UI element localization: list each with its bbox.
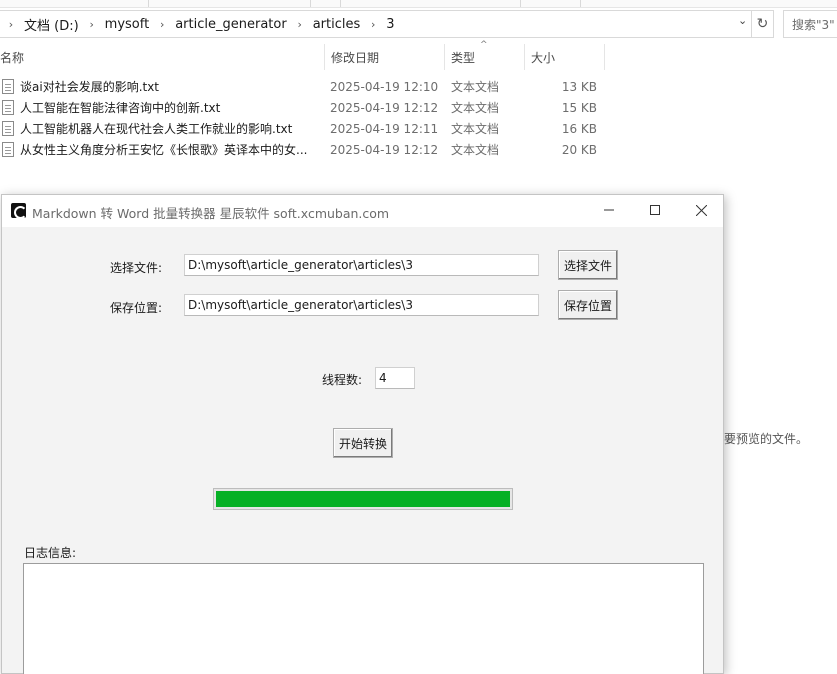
file-name: 人工智能在智能法律咨询中的创新.txt xyxy=(20,101,221,115)
chevron-right-icon: › xyxy=(89,17,94,31)
text-file-icon xyxy=(2,79,14,94)
file-type: 文本文档 xyxy=(451,80,500,94)
file-size: 15 KB xyxy=(561,100,597,115)
ribbon-remnant xyxy=(0,0,837,8)
column-header-type[interactable]: 类型 xyxy=(451,44,475,70)
select-file-label: 选择文件: xyxy=(110,261,163,275)
file-date: 2025-04-19 12:12 xyxy=(330,142,439,157)
minimize-button[interactable] xyxy=(586,195,632,225)
select-file-button[interactable]: 选择文件 xyxy=(558,250,618,280)
window-title: Markdown 转 Word 批量转换器 星辰软件 soft.xcmuban.… xyxy=(32,206,390,221)
save-location-input[interactable] xyxy=(184,294,539,316)
file-size: 20 KB xyxy=(561,142,597,157)
chevron-right-icon: › xyxy=(371,17,376,31)
breadcrumb-segment[interactable]: › 3 xyxy=(362,11,396,37)
breadcrumb-segment[interactable]: › articles xyxy=(289,11,363,37)
threads-input[interactable] xyxy=(375,367,415,389)
text-file-icon xyxy=(2,142,14,157)
breadcrumb-item[interactable]: articles xyxy=(311,17,363,32)
file-type: 文本文档 xyxy=(451,122,500,136)
column-header-date[interactable]: 修改日期 xyxy=(331,44,379,70)
maximize-icon xyxy=(650,205,660,215)
chevron-right-icon: › xyxy=(160,17,165,31)
search-input[interactable]: 搜索"3" xyxy=(783,10,837,38)
maximize-button[interactable] xyxy=(632,195,678,225)
start-convert-button[interactable]: 开始转换 xyxy=(333,428,393,458)
column-header-name[interactable]: 名称 xyxy=(0,44,24,70)
refresh-button[interactable]: ↻ xyxy=(752,10,774,38)
log-label: 日志信息: xyxy=(24,546,77,560)
title-bar[interactable]: Markdown 转 Word 批量转换器 星辰软件 soft.xcmuban.… xyxy=(2,195,723,227)
sort-ascending-icon: ^ xyxy=(480,40,488,50)
file-type: 文本文档 xyxy=(451,101,500,115)
threads-label: 线程数: xyxy=(322,373,363,387)
chevron-right-icon: › xyxy=(8,17,14,31)
file-row[interactable]: 人工智能机器人在现代社会人类工作就业的影响.txt 2025-04-19 12:… xyxy=(0,118,640,139)
chevron-right-icon: › xyxy=(297,17,302,31)
save-location-label: 保存位置: xyxy=(110,301,163,315)
converter-window: Markdown 转 Word 批量转换器 星辰软件 soft.xcmuban.… xyxy=(1,194,724,674)
select-file-input[interactable] xyxy=(184,254,539,276)
progress-bar-fill xyxy=(216,491,510,507)
breadcrumb-item[interactable]: 3 xyxy=(384,17,396,32)
file-name: 从女性主义角度分析王安忆《长恨歌》英译本中的女... xyxy=(20,143,308,157)
close-button[interactable] xyxy=(678,195,724,225)
file-date: 2025-04-19 12:11 xyxy=(330,121,439,136)
breadcrumb-item[interactable]: article_generator xyxy=(173,17,288,32)
text-file-icon xyxy=(2,100,14,115)
file-date: 2025-04-19 12:12 xyxy=(330,100,439,115)
breadcrumb-root[interactable]: › 文档 (D:) xyxy=(0,11,81,37)
file-name: 人工智能机器人在现代社会人类工作就业的影响.txt xyxy=(20,122,293,136)
breadcrumb-segment[interactable]: › mysoft xyxy=(81,11,152,37)
refresh-icon: ↻ xyxy=(756,16,769,32)
save-location-button[interactable]: 保存位置 xyxy=(558,290,618,320)
file-row[interactable]: 谈ai对社会发展的影响.txt 2025-04-19 12:10 文本文档 13… xyxy=(0,76,640,97)
breadcrumb-item[interactable]: 文档 (D:) xyxy=(22,15,81,34)
text-file-icon xyxy=(2,121,14,136)
file-row[interactable]: 从女性主义角度分析王安忆《长恨歌》英译本中的女... 2025-04-19 12… xyxy=(0,139,640,160)
preview-pane-hint: 要预览的文件。 xyxy=(724,432,809,446)
file-size: 16 KB xyxy=(561,121,597,136)
column-header-size[interactable]: 大小 xyxy=(531,44,555,70)
file-name: 谈ai对社会发展的影响.txt xyxy=(20,80,160,94)
file-list-header: 名称 修改日期 类型 大小 xyxy=(0,44,837,70)
progress-bar xyxy=(213,488,513,510)
chevron-down-icon[interactable]: ⌄ xyxy=(738,14,747,27)
address-bar[interactable]: › 文档 (D:) › mysoft › article_generator ›… xyxy=(0,10,752,38)
close-icon xyxy=(695,204,707,216)
file-row[interactable]: 人工智能在智能法律咨询中的创新.txt 2025-04-19 12:12 文本文… xyxy=(0,97,640,118)
minimize-icon xyxy=(604,209,614,211)
breadcrumb-item[interactable]: mysoft xyxy=(103,17,152,32)
log-output[interactable] xyxy=(23,563,704,674)
file-type: 文本文档 xyxy=(451,143,500,157)
file-date: 2025-04-19 12:10 xyxy=(330,79,439,94)
file-size: 13 KB xyxy=(561,79,597,94)
app-logo-icon xyxy=(11,203,27,219)
breadcrumb-segment[interactable]: › article_generator xyxy=(151,11,288,37)
